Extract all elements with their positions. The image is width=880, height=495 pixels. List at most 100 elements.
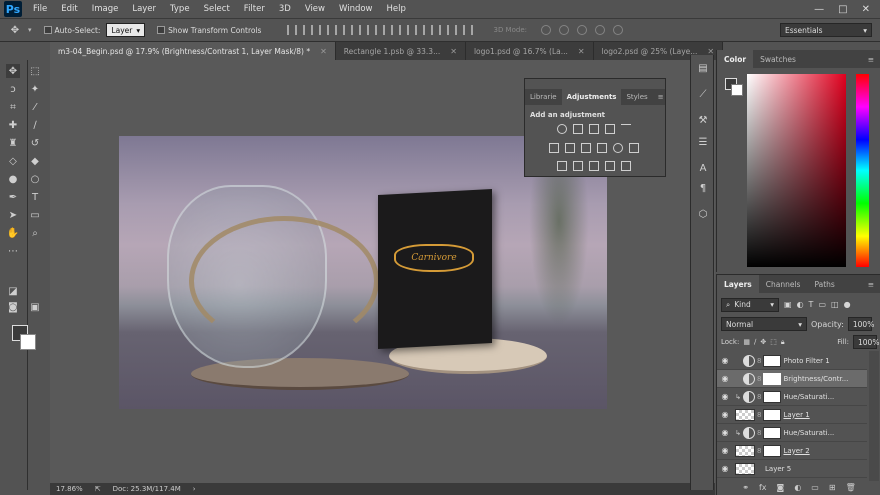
layer-name[interactable]: Layer 2 — [783, 447, 809, 455]
menu-select[interactable]: Select — [197, 4, 237, 14]
tab-libraries[interactable]: Librarie — [525, 89, 562, 105]
layer-row-hue-saturation[interactable]: ◉ ↳ 8 Hue/Saturati... — [717, 424, 867, 442]
3d-panel-icon[interactable]: ⬡ — [696, 207, 710, 221]
filter-shape-icon[interactable]: ▭ — [818, 300, 826, 309]
background-color-swatch[interactable] — [731, 84, 743, 96]
layer-mask-thumbnail[interactable] — [763, 408, 782, 421]
show-transform-controls-checkbox[interactable]: Show Transform Controls — [157, 26, 261, 35]
invert-icon[interactable] — [557, 161, 567, 171]
layer-mask-thumbnail[interactable] — [763, 354, 782, 367]
3d-roll-icon[interactable] — [558, 25, 569, 35]
link-icon[interactable]: 8 — [757, 375, 761, 383]
layer-name[interactable]: Hue/Saturati... — [783, 429, 834, 437]
layer-row-brightness-contrast[interactable]: ◉ 8 Brightness/Contr... — [717, 370, 867, 388]
lock-all-icon[interactable]: 🔒︎ — [781, 338, 785, 347]
export-icon[interactable]: ⇱ — [95, 485, 101, 493]
menu-image[interactable]: Image — [85, 4, 126, 14]
tab-styles[interactable]: Styles — [621, 89, 652, 105]
curves-icon[interactable] — [589, 124, 599, 134]
layer-name[interactable]: Layer 5 — [765, 465, 791, 473]
eye-icon[interactable]: ◉ — [717, 392, 733, 401]
crop-tool-icon[interactable]: ⌗ — [6, 100, 20, 114]
link-icon[interactable]: 8 — [757, 357, 761, 365]
paint-bucket-tool-icon[interactable]: ◆ — [28, 154, 42, 168]
color-lookup-icon[interactable] — [629, 143, 639, 153]
eye-icon[interactable]: ◉ — [717, 464, 733, 473]
layer-row-layer-1[interactable]: ◉ 8 Layer 1 — [717, 406, 867, 424]
blend-mode-select[interactable]: Normal ▾ — [721, 317, 807, 331]
tab-paths[interactable]: Paths — [807, 275, 841, 293]
opacity-input[interactable]: 100% — [847, 317, 874, 331]
tab-rectangle-1[interactable]: Rectangle 1.psb @ 33.3... ✕ — [335, 42, 466, 60]
menu-type[interactable]: Type — [163, 4, 197, 14]
status-menu-icon[interactable]: › — [193, 485, 196, 493]
gradient-map-icon[interactable] — [605, 161, 615, 171]
type-tool-icon[interactable]: T — [28, 190, 42, 204]
zoom-level[interactable]: 17.86% — [56, 485, 83, 493]
distribute-right-icon[interactable] — [463, 25, 474, 35]
menu-3d[interactable]: 3D — [272, 4, 298, 14]
history-icon[interactable]: ▤ — [696, 61, 710, 75]
new-group-icon[interactable]: ▭ — [811, 483, 819, 492]
link-icon[interactable]: 8 — [757, 429, 761, 437]
move-tool-icon[interactable]: ✥ — [6, 64, 20, 78]
dodge-tool-icon[interactable]: ○ — [28, 172, 42, 186]
fill-input[interactable]: 100% — [853, 335, 879, 349]
clone-stamp-tool-icon[interactable]: ♜ — [6, 136, 20, 150]
path-selection-tool-icon[interactable]: ➤ — [6, 208, 20, 222]
color-saturation-field[interactable] — [747, 74, 846, 267]
channel-mixer-icon[interactable] — [613, 143, 623, 153]
magic-wand-tool-icon[interactable]: ✦ — [28, 82, 42, 96]
delete-layer-icon[interactable]: 🗑︎ — [846, 483, 856, 492]
close-button[interactable]: ✕ — [862, 4, 870, 15]
color-balance-icon[interactable] — [565, 143, 575, 153]
layer-name[interactable]: Hue/Saturati... — [783, 393, 834, 401]
link-icon[interactable]: 8 — [757, 411, 761, 419]
eye-icon[interactable]: ◉ — [717, 428, 733, 437]
new-fill-adjustment-icon[interactable]: ◐ — [794, 483, 801, 492]
eraser-tool-icon[interactable]: ◇ — [6, 154, 20, 168]
distribute-vcenter-icon[interactable] — [399, 25, 410, 35]
distribute-bottom-icon[interactable] — [415, 25, 426, 35]
tab-swatches[interactable]: Swatches — [753, 50, 803, 68]
layer-name[interactable]: Layer 1 — [783, 411, 809, 419]
panel-menu-icon[interactable]: ≡ — [653, 89, 669, 105]
healing-brush-tool-icon[interactable]: ✚ — [6, 118, 20, 132]
align-hcenter-icon[interactable] — [351, 25, 362, 35]
vibrance-icon[interactable] — [621, 124, 631, 134]
distribute-hcenter-icon[interactable] — [447, 25, 458, 35]
close-icon[interactable]: ✕ — [578, 47, 585, 56]
threshold-icon[interactable] — [589, 161, 599, 171]
filter-smart-object-icon[interactable]: ◫ — [831, 300, 839, 309]
menu-filter[interactable]: Filter — [237, 4, 272, 14]
background-color-swatch[interactable] — [20, 334, 36, 350]
align-right-icon[interactable] — [367, 25, 378, 35]
paragraph-icon[interactable]: ¶ — [696, 181, 710, 195]
default-colors-icon[interactable]: ◪ — [6, 284, 20, 298]
marquee-tool-icon[interactable]: ⬚ — [28, 64, 42, 78]
eye-icon[interactable]: ◉ — [717, 374, 733, 383]
layer-row-hue-saturation[interactable]: ◉ ↳ 8 Hue/Saturati... — [717, 388, 867, 406]
lock-image-icon[interactable]: ∕ — [754, 338, 756, 346]
menu-layer[interactable]: Layer — [125, 4, 163, 14]
3d-slide-icon[interactable] — [594, 25, 605, 35]
auto-select-checkbox[interactable]: Auto-Select: — [43, 26, 100, 35]
link-icon[interactable]: 8 — [757, 447, 761, 455]
menu-file[interactable]: File — [26, 4, 54, 14]
layer-mask-thumbnail[interactable] — [763, 372, 782, 385]
3d-scale-icon[interactable] — [612, 25, 623, 35]
restore-button[interactable]: □ — [838, 4, 847, 15]
tab-channels[interactable]: Channels — [759, 275, 808, 293]
layer-mask-thumbnail[interactable] — [763, 426, 782, 439]
auto-select-target-select[interactable]: Layer ▾ — [106, 23, 146, 37]
layer-row-layer-5[interactable]: ◉ Layer 5 — [717, 460, 867, 478]
zoom-tool-icon[interactable]: ⌕ — [28, 226, 42, 240]
new-layer-icon[interactable]: ⊞ — [829, 483, 836, 492]
quick-mask-icon[interactable]: ◙ — [6, 300, 20, 314]
workspace-select[interactable]: Essentials ▾ — [780, 23, 872, 37]
brightness-contrast-icon[interactable] — [557, 124, 567, 134]
filter-adjustment-icon[interactable]: ◐ — [797, 300, 804, 309]
distribute-left-icon[interactable] — [431, 25, 442, 35]
lasso-tool-icon[interactable]: ↄ — [6, 82, 20, 96]
layers-scrollbar[interactable] — [869, 351, 879, 481]
